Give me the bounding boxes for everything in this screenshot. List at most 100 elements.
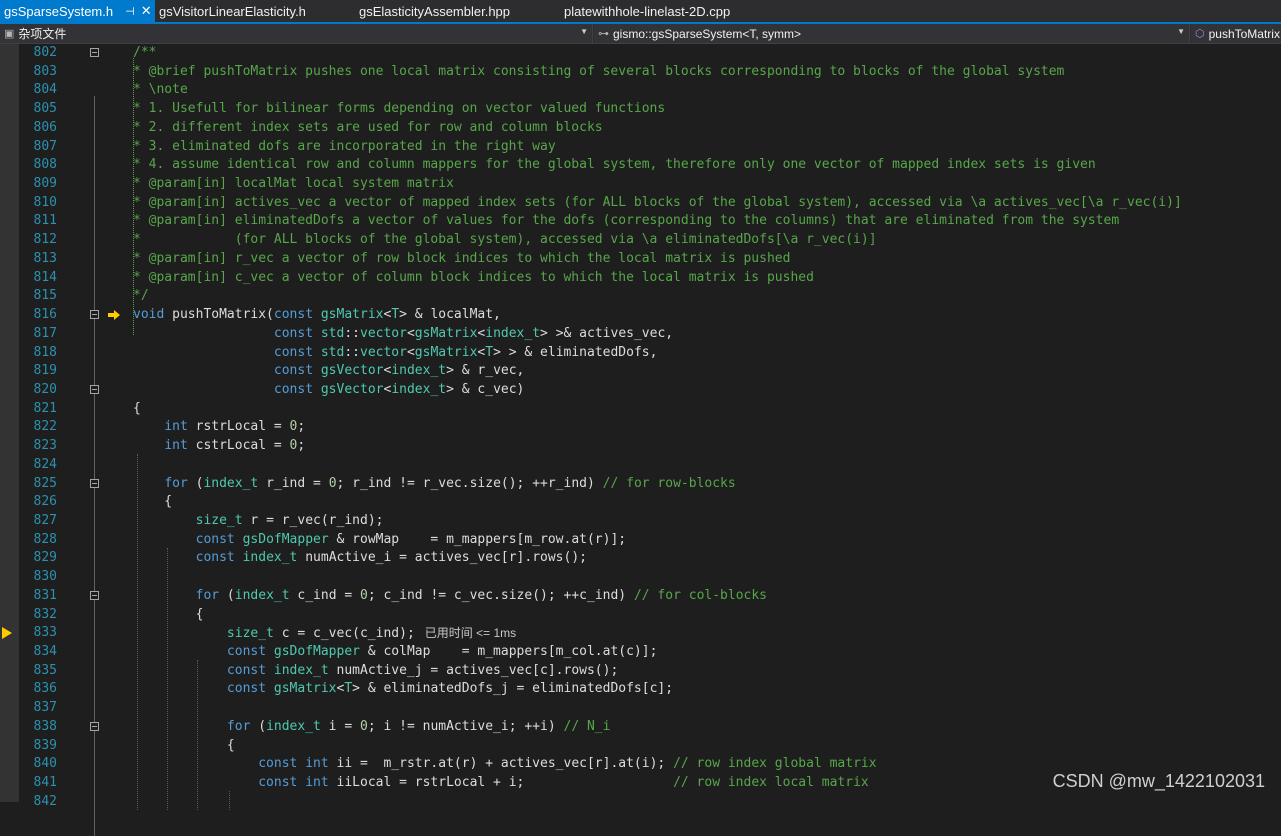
code-line[interactable]: 829 const index_t numActive_i = actives_… xyxy=(0,549,1281,568)
code-line[interactable]: 812 * (for ALL blocks of the global syste… xyxy=(0,231,1281,250)
code-line[interactable]: 819 const gsVector<index_t> & r_vec, xyxy=(0,362,1281,381)
line-number: 814 xyxy=(33,269,57,285)
tab-platewithhole[interactable]: platewithhole-linelast-2D.cpp xyxy=(560,0,790,22)
code-line[interactable]: 834 const gsDofMapper & colMap = m_mappe… xyxy=(0,643,1281,662)
code-text: * 2. different index sets are used for r… xyxy=(133,119,603,135)
collapse-icon[interactable] xyxy=(90,478,99,488)
code-line[interactable]: 823 int cstrLocal = 0; xyxy=(0,437,1281,456)
code-line[interactable]: 839 { xyxy=(0,737,1281,756)
code-line[interactable]: 836 const gsMatrix<T> & eliminatedDofs_j… xyxy=(0,680,1281,699)
pin-icon[interactable]: ⊣ xyxy=(125,5,135,18)
code-line[interactable]: 808 * 4. assume identical row and column … xyxy=(0,156,1281,175)
code-text: const std::vector<gsMatrix<T> > & elimin… xyxy=(273,344,658,360)
method-icon: ⬡ xyxy=(1195,28,1205,40)
line-number: 832 xyxy=(33,606,57,622)
indent-guide xyxy=(167,547,169,810)
line-number: 820 xyxy=(33,381,57,397)
code-line[interactable]: 802 /** xyxy=(0,44,1281,63)
code-line[interactable]: 810 * @param[in] actives_vec a vector of … xyxy=(0,194,1281,213)
code-line[interactable]: 825 for (index_t r_ind = 0; r_ind != r_v… xyxy=(0,475,1281,494)
line-number: 825 xyxy=(33,475,57,491)
code-line[interactable]: 809 * @param[in] localMat local system ma… xyxy=(0,175,1281,194)
line-number: 813 xyxy=(33,250,57,266)
code-text: size_t r = r_vec(r_ind); xyxy=(195,513,384,528)
line-number: 815 xyxy=(33,288,57,304)
code-line[interactable]: 838 for (index_t i = 0; i != numActive_i… xyxy=(0,718,1281,737)
code-line[interactable]: 811 * @param[in] eliminatedDofs a vector … xyxy=(0,212,1281,231)
tab-label: gsElasticityAssembler.hpp xyxy=(359,3,511,19)
project-dropdown[interactable]: ▣ 杂项文件 ▼ xyxy=(0,24,593,43)
tab-gsvisitorlinearelasticity[interactable]: gsVisitorLinearElasticity.h xyxy=(155,0,355,22)
tab-gssparsesystem[interactable]: gsSparseSystem.h ⊣ ✕ xyxy=(0,0,155,22)
line-number: 838 xyxy=(33,718,57,734)
code-line[interactable]: 820 const gsVector<index_t> & c_vec) xyxy=(0,381,1281,400)
code-text: * 1. Usefull for bilinear forms dependin… xyxy=(133,101,666,117)
line-number: 839 xyxy=(33,737,57,753)
collapse-icon[interactable] xyxy=(90,590,99,600)
code-line[interactable]: 816 void pushToMatrix(const gsMatrix<T> &… xyxy=(0,306,1281,325)
line-number: 807 xyxy=(33,138,57,154)
member-dropdown[interactable]: ⬡ pushToMatrix xyxy=(1191,24,1281,43)
close-icon[interactable]: ✕ xyxy=(141,3,152,19)
code-text: /** xyxy=(133,45,157,60)
code-editor[interactable]: 802 /** 803 * @brief pushToMatrix pushes on… xyxy=(0,44,1281,836)
tab-label: platewithhole-linelast-2D.cpp xyxy=(564,3,731,19)
code-line[interactable]: 827 size_t r = r_vec(r_ind); xyxy=(0,512,1281,531)
code-text: * \note xyxy=(133,82,188,98)
line-number: 833 xyxy=(33,625,57,641)
collapse-icon[interactable] xyxy=(90,310,99,320)
code-line[interactable]: 832 { xyxy=(0,606,1281,625)
line-number: 804 xyxy=(33,82,57,98)
collapse-icon[interactable] xyxy=(90,48,99,57)
line-number: 840 xyxy=(33,756,57,772)
code-line[interactable]: 805 * 1. Usefull for bilinear forms depen… xyxy=(0,100,1281,119)
code-line[interactable]: 813 * @param[in] r_vec a vector of row bl… xyxy=(0,250,1281,269)
code-text: * 3. eliminated dofs are incorporated in… xyxy=(133,138,556,154)
collapse-icon[interactable] xyxy=(90,721,99,731)
code-line[interactable]: 818 const std::vector<gsMatrix<T> > & el… xyxy=(0,344,1281,363)
line-number: 823 xyxy=(33,438,57,454)
code-line[interactable]: 837 xyxy=(0,699,1281,718)
code-line[interactable]: 833 size_t c = c_vec(c_ind); 已用时间 <= 1ms xyxy=(0,624,1281,643)
code-text: for (index_t c_ind = 0; c_ind != c_vec.s… xyxy=(195,587,768,603)
code-line[interactable]: 831 for (index_t c_ind = 0; c_ind != c_v… xyxy=(0,587,1281,606)
collapse-icon[interactable] xyxy=(90,384,99,394)
code-line[interactable]: 835 const index_t numActive_j = actives_… xyxy=(0,662,1281,681)
code-line[interactable]: 814 * @param[in] c_vec a vector of column… xyxy=(0,269,1281,288)
current-statement-arrow-icon xyxy=(2,627,12,640)
code-line[interactable]: 830 xyxy=(0,568,1281,587)
code-line[interactable]: 806 * 2. different index sets are used fo… xyxy=(0,119,1281,138)
code-line[interactable]: 807 * 3. eliminated dofs are incorporated… xyxy=(0,138,1281,157)
chevron-down-icon: ▼ xyxy=(580,27,588,36)
code-text: * @param[in] r_vec a vector of row block… xyxy=(133,250,791,266)
code-line[interactable]: 842 xyxy=(0,793,1281,812)
tab-gselasticityassembler[interactable]: gsElasticityAssembler.hpp xyxy=(355,0,560,22)
code-line[interactable]: 815 */ xyxy=(0,287,1281,306)
code-text: const gsDofMapper & colMap = m_mappers[m… xyxy=(226,644,658,660)
code-text: { xyxy=(133,400,141,416)
code-line[interactable]: 824 xyxy=(0,456,1281,475)
code-text: size_t c = c_vec(c_ind); 已用时间 <= 1ms xyxy=(226,626,517,642)
code-line[interactable]: 821 { xyxy=(0,400,1281,419)
perf-tip[interactable]: 已用时间 <= 1ms xyxy=(425,626,516,640)
line-number: 817 xyxy=(33,325,57,341)
code-line[interactable]: 822 int rstrLocal = 0; xyxy=(0,418,1281,437)
line-number: 829 xyxy=(33,550,57,566)
code-text: * @brief pushToMatrix pushes one local m… xyxy=(133,63,1065,79)
code-line[interactable]: 803 * @brief pushToMatrix pushes one loca… xyxy=(0,63,1281,82)
line-number: 827 xyxy=(33,513,57,528)
code-line[interactable]: 817 const std::vector<gsMatrix<index_t> … xyxy=(0,325,1281,344)
line-number: 806 xyxy=(33,119,57,135)
scope-dropdown[interactable]: ⊶ gismo::gsSparseSystem<T, symm> ▼ xyxy=(594,24,1190,43)
file-icon: ▣ xyxy=(4,28,15,40)
code-text: * @param[in] eliminatedDofs a vector of … xyxy=(133,213,1120,229)
line-number: 842 xyxy=(33,793,57,809)
indent-guide xyxy=(137,454,139,810)
code-text: */ xyxy=(133,288,149,304)
project-label: 杂项文件 xyxy=(18,27,67,41)
code-line[interactable]: 826 { xyxy=(0,493,1281,512)
code-line[interactable]: 804 * \note xyxy=(0,81,1281,100)
code-text: * @param[in] c_vec a vector of column bl… xyxy=(133,269,814,285)
line-number: 841 xyxy=(33,775,57,791)
code-line[interactable]: 828 const gsDofMapper & rowMap = m_mappe… xyxy=(0,531,1281,550)
